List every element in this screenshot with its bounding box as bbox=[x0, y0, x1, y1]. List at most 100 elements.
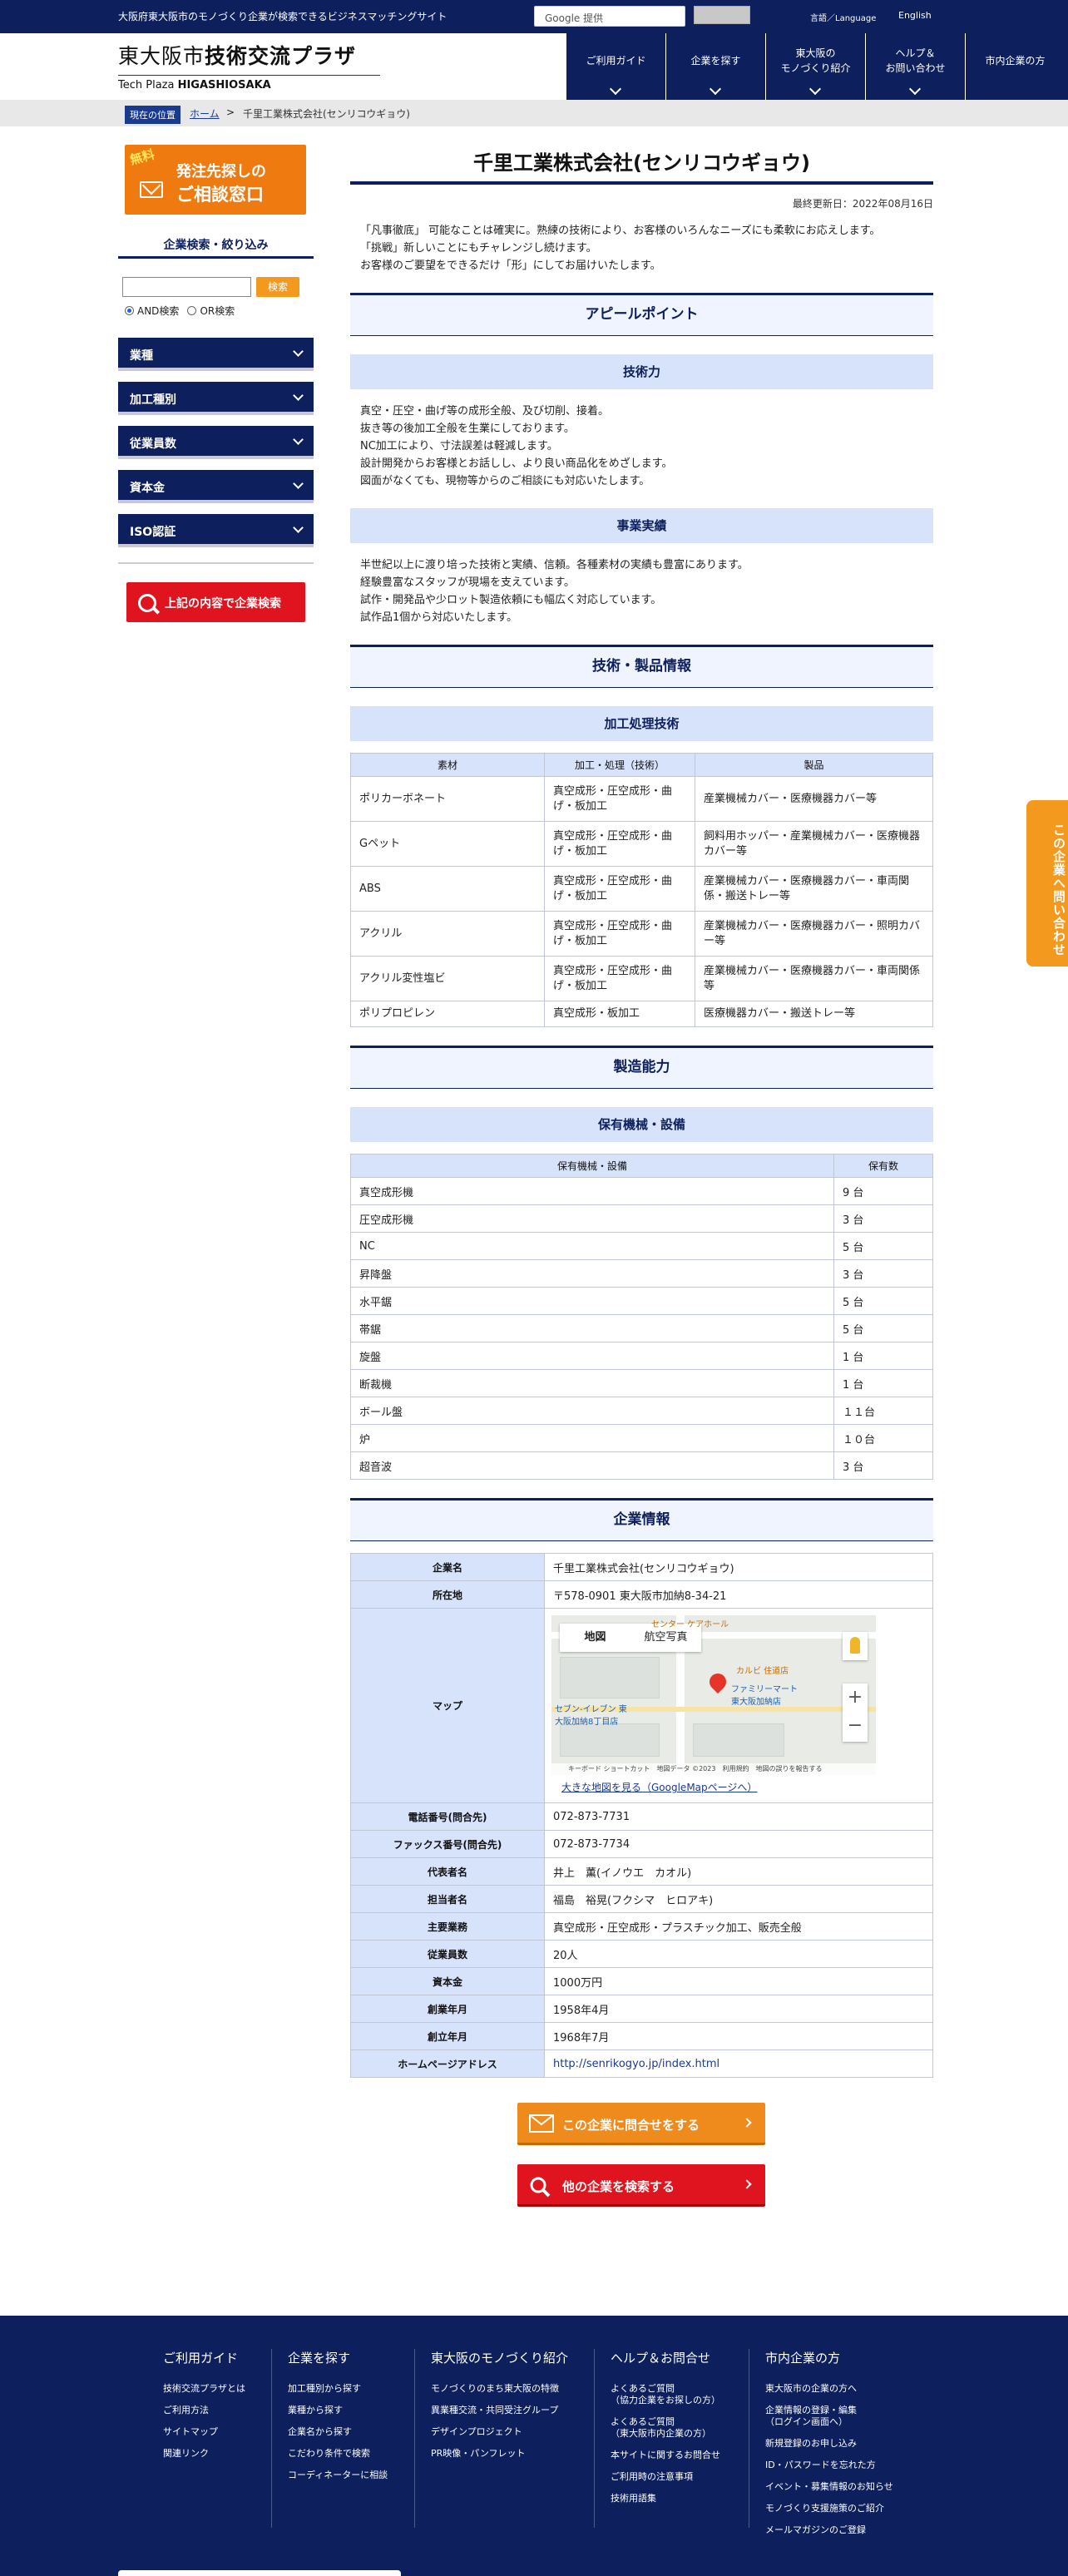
footer-link[interactable]: デザインプロジェクト bbox=[431, 2426, 568, 2438]
footer-link[interactable]: 東大阪市の企業の方へ bbox=[765, 2383, 893, 2395]
subsection-tech: 技術力 bbox=[350, 354, 933, 389]
cell: 水平鋸 bbox=[350, 1287, 834, 1315]
search-mode: AND検索 OR検索 bbox=[125, 304, 235, 318]
footer-link[interactable]: モノづくりのまち東大阪の特徴 bbox=[431, 2383, 568, 2395]
accordion-industry[interactable]: 業種 bbox=[118, 338, 314, 371]
keyword-search-button[interactable]: 検索 bbox=[256, 277, 299, 297]
google-search-button[interactable] bbox=[694, 6, 750, 24]
cell: １０台 bbox=[833, 1424, 933, 1452]
footer-link[interactable]: こだわり条件で検索 bbox=[288, 2448, 388, 2460]
large-map-link[interactable]: 大きな地図を見る（GoogleMapページへ） bbox=[561, 1780, 926, 1794]
envelope-icon bbox=[140, 181, 163, 198]
accordion-process[interactable]: 加工種別 bbox=[118, 382, 314, 415]
accordion-label: 資本金 bbox=[130, 482, 165, 495]
row-label: マップ bbox=[350, 1608, 545, 1803]
accordion-employees[interactable]: 従業員数 bbox=[118, 426, 314, 459]
accordion-label: 業種 bbox=[130, 349, 153, 363]
footer-link[interactable]: モノづくり支援施策のご紹介 bbox=[765, 2503, 893, 2514]
filter-divider bbox=[118, 256, 314, 259]
cell: 産業機械カバー・医療機器カバー等 bbox=[695, 776, 933, 822]
title-underline bbox=[350, 181, 933, 185]
footer-link[interactable]: よくあるご質問 （協力企業をお探しの方） bbox=[611, 2383, 720, 2406]
keyword-input[interactable] bbox=[122, 277, 251, 297]
footer-link[interactable]: 関連リンク bbox=[163, 2448, 245, 2460]
chevron-right-icon bbox=[742, 2179, 752, 2189]
col-process: 加工・処理（技術） bbox=[544, 753, 695, 777]
cell: ポリプロピレン bbox=[350, 1001, 545, 1027]
breadcrumb-home[interactable]: ホーム bbox=[190, 106, 220, 121]
footer-link[interactable]: 本サイトに関するお問合せ bbox=[611, 2450, 720, 2461]
cell: 3 台 bbox=[833, 1259, 933, 1288]
map-block bbox=[560, 1723, 660, 1757]
cell: 昇降盤 bbox=[350, 1259, 834, 1288]
search-icon bbox=[530, 2177, 551, 2198]
footer-link[interactable]: ご利用時の注意事項 bbox=[611, 2471, 720, 2483]
contact-company-button[interactable]: この企業に問合せをする bbox=[517, 2103, 765, 2145]
footer-link[interactable]: PR映像・パンフレット bbox=[431, 2448, 568, 2460]
search-other-button[interactable]: 他の企業を検索する bbox=[517, 2164, 765, 2207]
equipment-table: 保有機械・設備 保有数 真空成形機 9 台 圧空成形機 3 台 NC 5 台 昇降盤 3… bbox=[350, 1154, 933, 1480]
contact-side-tab[interactable]: この企業へ問い合わせ bbox=[1026, 800, 1068, 967]
cell: 産業機械カバー・医療機器カバー・車両関係・搬送トレー等 bbox=[695, 866, 933, 912]
footer-link[interactable]: イベント・募集情報のお知らせ bbox=[765, 2481, 893, 2493]
consult-banner[interactable]: 無料 発注先探しの ご相談窓口 bbox=[125, 145, 306, 215]
table-row: ABS 真空成形・圧空成形・曲げ・板加工 産業機械カバー・医療機器カバー・車両関係・… bbox=[350, 866, 933, 912]
row-label: 資本金 bbox=[350, 1967, 545, 1995]
cell: 3 台 bbox=[833, 1204, 933, 1233]
site-logo[interactable]: 東大阪市技術交流プラザ Tech Plaza HIGASHIOSAKA bbox=[118, 40, 384, 91]
chevron-down-icon bbox=[293, 346, 304, 357]
footer-link[interactable]: サイトマップ bbox=[163, 2426, 245, 2438]
nav-monozukuri[interactable]: 東大阪の モノづくり紹介 bbox=[765, 33, 865, 100]
nav-help[interactable]: ヘルプ＆ お問い合わせ bbox=[865, 33, 965, 100]
table-row: ボール盤 １１台 bbox=[350, 1397, 933, 1425]
homepage-link[interactable]: http://senrikogyo.jp/index.html bbox=[553, 2058, 719, 2070]
main-content: 千里工業株式会社(センリコウギョウ) 最終更新日：2022年08月16日 「凡事… bbox=[350, 145, 933, 2078]
footer-link[interactable]: 新規登録のお申し込み bbox=[765, 2438, 893, 2450]
chevron-down-icon bbox=[609, 82, 621, 96]
footer-link[interactable]: コーディネーターに相談 bbox=[288, 2470, 388, 2481]
footer-divider bbox=[414, 2349, 415, 2528]
nav-search[interactable]: 企業を探す bbox=[665, 33, 765, 100]
or-radio[interactable] bbox=[187, 306, 197, 315]
table-row: アクリル 真空成形・圧空成形・曲げ・板加工 産業機械カバー・医療機器カバー・照明カバ… bbox=[350, 911, 933, 957]
footer-link[interactable]: 技術用語集 bbox=[611, 2493, 720, 2504]
google-map[interactable]: 地図 航空写真 センター ケアホール カルビ 住道店 ファミリーマート 東大阪加… bbox=[551, 1615, 876, 1775]
accordion-iso[interactable]: ISO認証 bbox=[118, 514, 314, 547]
pegman-icon[interactable] bbox=[843, 1632, 868, 1660]
english-link[interactable]: English bbox=[898, 10, 932, 21]
row-label: 電話番号(問合先) bbox=[350, 1802, 545, 1831]
map-zoom-control[interactable]: + − bbox=[843, 1684, 868, 1742]
and-radio[interactable] bbox=[125, 306, 134, 315]
footer-link[interactable]: 企業情報の登録・編集 （ログイン画面へ） bbox=[765, 2405, 893, 2428]
cell: 真空成形・板加工 bbox=[544, 1001, 695, 1027]
nav-local-companies[interactable]: 市内企業の方 bbox=[965, 33, 1065, 100]
footer-divider bbox=[271, 2349, 272, 2528]
cell: 圧空成形機 bbox=[350, 1204, 834, 1233]
google-search-input[interactable]: Google 提供 bbox=[534, 6, 685, 27]
map-block bbox=[560, 1657, 660, 1698]
footer-link[interactable]: 企業名から探す bbox=[288, 2426, 388, 2438]
footer-link[interactable]: ID・パスワードを忘れた方 bbox=[765, 2460, 893, 2471]
footer-link[interactable]: 異業種交流・共同受注グループ bbox=[431, 2405, 568, 2416]
footer-col-title: 企業を探す bbox=[288, 2351, 351, 2366]
footer-link[interactable]: 技術交流プラザとは bbox=[163, 2383, 245, 2395]
table-row: 真空成形機 9 台 bbox=[350, 1177, 933, 1205]
map-tab-map[interactable]: 地図 bbox=[560, 1624, 630, 1652]
logo-divider bbox=[118, 75, 380, 76]
table-row: 担当者名 福島 裕晃(フクシマ ヒロアキ) bbox=[350, 1885, 933, 1913]
subsection-results: 事業実績 bbox=[350, 508, 933, 543]
filter-search-button[interactable]: 上記の内容で企業検索 bbox=[126, 582, 305, 622]
cell: 超音波 bbox=[350, 1451, 834, 1480]
nav-guide[interactable]: ご利用ガイド bbox=[566, 33, 665, 100]
footer-link[interactable]: 業種から探す bbox=[288, 2405, 388, 2416]
footer-link[interactable]: 加工種別から探す bbox=[288, 2383, 388, 2395]
filter-search-label: 上記の内容で企業検索 bbox=[165, 597, 281, 611]
footer-link[interactable]: メールマガジンのご登録 bbox=[765, 2524, 893, 2536]
chevron-down-icon bbox=[293, 478, 304, 489]
accordion-label: ISO認証 bbox=[130, 526, 176, 539]
table-row: 帯鋸 5 台 bbox=[350, 1314, 933, 1342]
footer-link[interactable]: ご利用方法 bbox=[163, 2405, 245, 2416]
footer-link[interactable]: よくあるご質問 （東大阪市内企業の方） bbox=[611, 2416, 720, 2440]
table-row: 断裁機 1 台 bbox=[350, 1369, 933, 1397]
accordion-capital[interactable]: 資本金 bbox=[118, 470, 314, 503]
